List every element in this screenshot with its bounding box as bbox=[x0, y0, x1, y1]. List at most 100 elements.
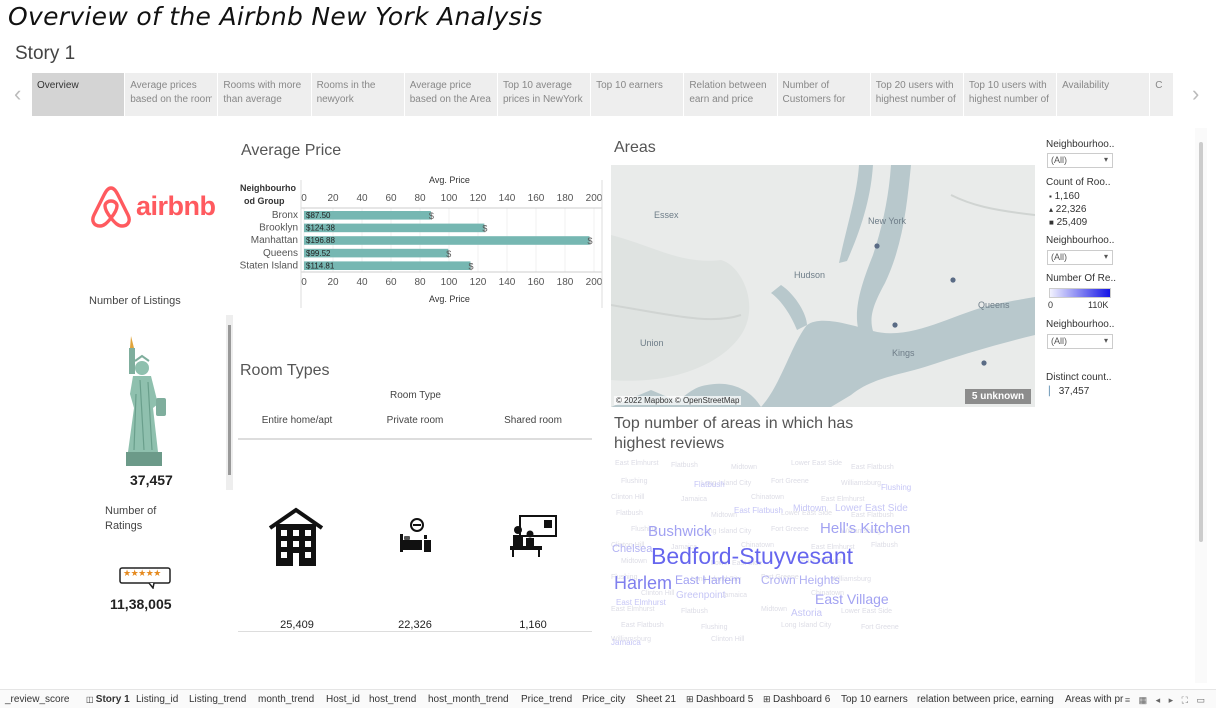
sheet-tab[interactable]: ⊞ Dashboard 6 bbox=[763, 694, 830, 705]
wordcloud-word: Greenpoint bbox=[676, 590, 726, 601]
sheet-tab-label: Listing_trend bbox=[189, 694, 247, 705]
x-tick-label-top: 200 bbox=[586, 193, 603, 204]
wordcloud-word-minor: Jamaica bbox=[681, 496, 708, 503]
category-label: Queens bbox=[263, 248, 298, 259]
shared-room-icon bbox=[510, 515, 557, 557]
wordcloud-word-minor: Midtown bbox=[621, 558, 648, 565]
private-room-icon bbox=[400, 518, 431, 552]
room-type-name: Private room bbox=[386, 415, 444, 426]
wordcloud-word: Flatbush bbox=[694, 480, 725, 489]
sheet-tab[interactable]: month_trend bbox=[258, 694, 314, 705]
y-axis-title: Neighbourho bbox=[240, 183, 296, 193]
story-point[interactable]: Overview bbox=[32, 73, 126, 116]
sheet-tab-label: Price_city bbox=[582, 694, 626, 705]
story-point[interactable]: Top 10 users with highest number of bbox=[964, 73, 1058, 116]
wordcloud-word-minor: Fort Greene bbox=[771, 526, 809, 533]
story-point[interactable]: Average prices based on the room bbox=[125, 73, 219, 116]
story-point[interactable]: Rooms with more than average bbox=[218, 73, 312, 116]
x-tick-label-bottom: 160 bbox=[528, 277, 545, 288]
wordcloud-word: Harlem bbox=[614, 573, 673, 593]
sheet-tab[interactable]: Listing_id bbox=[136, 694, 178, 705]
bar-value-label: $114.81 bbox=[306, 261, 335, 270]
wordcloud-word-minor: Long Island City bbox=[781, 622, 832, 629]
sheet-navigation-controls[interactable]: ≡ ▦ ◂ ▸ ⛶ ▭ bbox=[1125, 695, 1208, 706]
sheet-tab[interactable]: Sheet 21 bbox=[636, 694, 676, 705]
neighbourhood-filter-dropdown[interactable]: (All) ▾ bbox=[1047, 153, 1113, 168]
story-point[interactable]: Top 20 users with highest number of bbox=[871, 73, 964, 116]
story-point[interactable]: Relation between earn and price bbox=[684, 73, 778, 116]
sheet-tab[interactable]: Host_id bbox=[326, 694, 360, 705]
story-title: Story 1 bbox=[15, 43, 76, 64]
unknown-indicator[interactable]: 5 unknown bbox=[965, 389, 1031, 404]
x-tick-label-top: 140 bbox=[499, 193, 516, 204]
story-point[interactable]: Top 10 earners bbox=[591, 73, 685, 116]
wordcloud-word: Crown Heights bbox=[761, 573, 840, 587]
neighbourhood-filter-dropdown[interactable]: (All) ▾ bbox=[1047, 250, 1113, 265]
wordcloud-word-minor: East Flatbush bbox=[621, 622, 664, 629]
category-label: Bronx bbox=[272, 210, 298, 221]
airbnb-logo: airbnb bbox=[90, 184, 230, 230]
sheet-tab[interactable]: ⊞ Dashboard 5 bbox=[686, 694, 753, 705]
story-point[interactable]: Average price based on the Area bbox=[405, 73, 498, 116]
story-point-label: Top 10 earners bbox=[596, 80, 663, 91]
bar-value-label: $99.52 bbox=[306, 249, 331, 258]
x-tick-label-bottom: 200 bbox=[586, 277, 603, 288]
filter-label: Neighbourhoo.. bbox=[1046, 319, 1115, 330]
sheet-tab[interactable]: Price_trend bbox=[521, 694, 572, 705]
vertical-scrollbar[interactable] bbox=[1195, 128, 1207, 683]
bar-end-marker: $ bbox=[587, 236, 592, 246]
story-point[interactable]: Availability bbox=[1057, 73, 1151, 116]
sheet-tab[interactable]: Top 10 earners bbox=[841, 694, 908, 705]
x-tick-label-bottom: 100 bbox=[441, 277, 458, 288]
sheet-tab[interactable]: host_month_trend bbox=[428, 694, 509, 705]
wordcloud-word-minor: East Elmhurst bbox=[821, 496, 865, 503]
sheet-tab-label: Dashboard 6 bbox=[773, 694, 831, 705]
sheet-tab[interactable]: ◫ Story 1 bbox=[86, 694, 130, 705]
map-graphic bbox=[611, 165, 1035, 407]
story-point[interactable]: Number of Customers for bbox=[778, 73, 871, 116]
sheet-tab[interactable]: _review_score bbox=[5, 694, 69, 705]
bar-end-marker: $ bbox=[429, 211, 434, 221]
statue-of-liberty-icon bbox=[120, 334, 180, 470]
sheet-tab-label: Story 1 bbox=[95, 694, 130, 705]
ratings-label-line1: Number of bbox=[105, 505, 157, 517]
neighbourhood-filter-dropdown[interactable]: (All) ▾ bbox=[1047, 334, 1113, 349]
story-point[interactable]: Rooms in the newyork bbox=[312, 73, 405, 116]
map-label: Essex bbox=[654, 210, 679, 220]
panel-splitter[interactable] bbox=[226, 315, 233, 490]
story-next-arrow[interactable]: › bbox=[1192, 83, 1199, 105]
bar bbox=[304, 236, 590, 245]
category-label: Manhattan bbox=[251, 235, 298, 246]
sheet-tab[interactable]: Areas with pr bbox=[1065, 694, 1123, 705]
story-point-label: Overview bbox=[37, 80, 79, 91]
story-prev-arrow[interactable]: ‹ bbox=[14, 83, 21, 105]
wordcloud-word-minor: Lower East Side bbox=[791, 460, 842, 467]
sheet-tab[interactable]: relation between price, earning bbox=[917, 694, 1054, 705]
wordcloud-word: Astoria bbox=[791, 608, 823, 619]
story-point-label: highest number of bbox=[968, 94, 1049, 105]
wordcloud-word: Jamaica bbox=[611, 638, 641, 647]
wordcloud-word: Midtown bbox=[793, 503, 827, 513]
wordcloud-word-minor: East Elmhurst bbox=[615, 460, 659, 467]
map-label: Hudson bbox=[794, 270, 826, 280]
x-tick-label-top: 60 bbox=[385, 193, 397, 204]
areas-map[interactable]: Essex New York Hudson Queens Union Kings… bbox=[611, 165, 1035, 407]
x-tick-label-bottom: 80 bbox=[414, 277, 426, 288]
story-point-label: newyork bbox=[316, 94, 354, 105]
story-point[interactable]: Top 10 average prices in NewYork bbox=[498, 73, 592, 116]
sheet-tab[interactable]: host_trend bbox=[369, 694, 416, 705]
story-tab-icon: ◫ bbox=[86, 695, 96, 704]
sheet-tab[interactable]: Listing_trend bbox=[189, 694, 246, 705]
bar-end-marker: $ bbox=[482, 224, 487, 234]
sheet-tab[interactable]: Price_city bbox=[582, 694, 625, 705]
room-type-count: 1,160 bbox=[519, 619, 547, 631]
filter-label: Neighbourhoo.. bbox=[1046, 139, 1115, 150]
rating-badge-icon: ★★★★★ bbox=[119, 567, 171, 590]
story-point-label: Top 10 average bbox=[502, 80, 572, 91]
category-label: Staten Island bbox=[240, 260, 298, 271]
page-title: Overview of the Airbnb New York Analysis bbox=[8, 2, 543, 31]
sheet-tab-label: Host_id bbox=[326, 694, 360, 705]
story-point-label: based on the room bbox=[130, 94, 213, 105]
story-point[interactable]: C bbox=[1150, 73, 1174, 116]
reviews-legend-title: Number Of Re.. bbox=[1046, 273, 1117, 284]
